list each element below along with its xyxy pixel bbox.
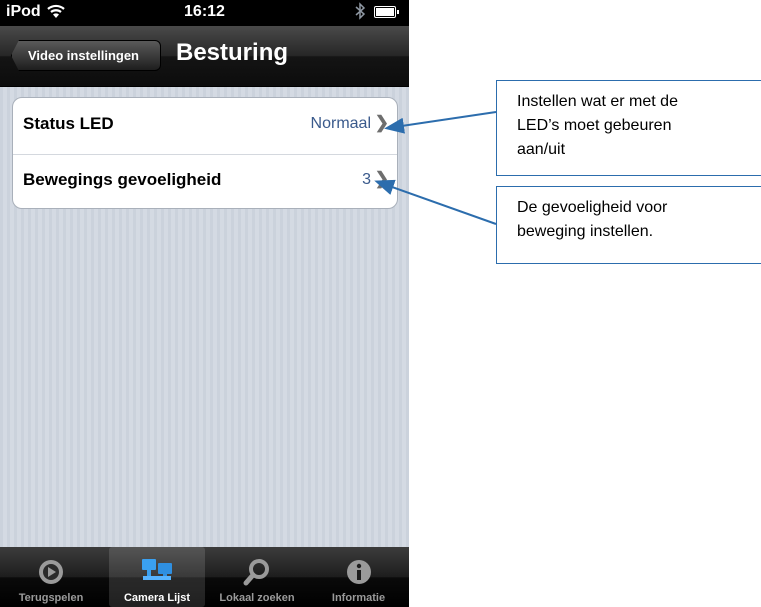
tab-informatie[interactable]: Informatie [308,547,409,607]
settings-group: Status LED Normaal ❯ Bewegings gevoeligh… [12,97,398,209]
setting-value: Normaal [310,115,371,132]
tab-label: Camera Lijst [123,592,191,604]
tab-camera-lijst[interactable]: Camera Lijst [109,547,205,607]
tab-bar: Terugspelen Camera Lijst Lokaal zoeken I… [0,547,409,607]
back-button[interactable]: Video instellingen [11,40,161,71]
bluetooth-icon [354,1,366,26]
setting-row-status-led[interactable]: Status LED Normaal ❯ [13,98,397,155]
clock: 16:12 [184,3,225,20]
setting-label: Status LED [23,114,114,133]
status-bar: iPod 16:12 [0,0,409,26]
callout-line: LED’s moet gebeuren [517,117,672,134]
navigation-bar: Video instellingen Besturing [0,26,409,87]
tab-label: Informatie [331,592,386,604]
chevron-right-icon: ❯ [374,113,389,132]
phone-screen: iPod 16:12 Video instellingen Besturing … [0,0,409,607]
callout-line: De gevoeligheid voor [517,199,668,216]
tab-label: Terugspelen [18,592,84,604]
tab-terugspelen[interactable]: Terugspelen [0,547,102,607]
setting-label: Bewegings gevoeligheid [23,170,222,189]
callout-line: aan/uit [517,141,566,158]
tab-lokaal-zoeken[interactable]: Lokaal zoeken [206,547,308,607]
callout-line: beweging instellen. [517,223,654,240]
chevron-right-icon: ❯ [374,169,389,188]
playback-icon [36,557,66,590]
callout-motion-sensitivity: De gevoeligheid voor beweging instellen. [496,186,761,264]
info-icon [344,557,374,590]
tab-label: Lokaal zoeken [219,592,295,604]
callout-line: Instellen wat er met de [517,93,678,110]
setting-row-motion-sensitivity[interactable]: Bewegings gevoeligheid 3 ❯ [13,154,397,210]
battery-icon [374,6,399,18]
camera-list-icon [139,557,175,590]
callout-status-led: Instellen wat er met de LED’s moet gebeu… [496,80,761,176]
page-title: Besturing [176,39,289,66]
setting-value: 3 [362,171,371,188]
search-icon [242,557,272,590]
